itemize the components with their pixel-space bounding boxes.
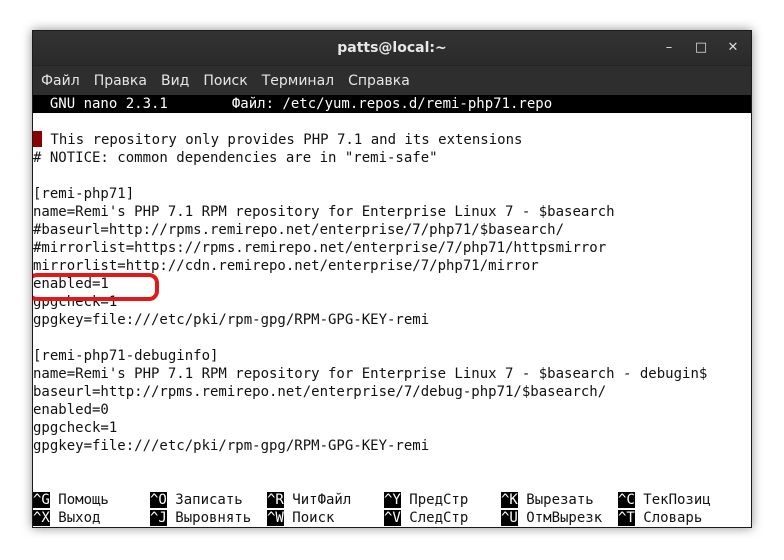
shortcut-read-file[interactable]: ^R ЧитФайл — [267, 491, 351, 509]
shortcut-write[interactable]: ^O Записать — [150, 491, 243, 509]
minimize-icon[interactable]: – — [659, 38, 679, 58]
text-line — [33, 329, 751, 347]
shortcut-exit[interactable]: ^X Выход — [33, 509, 100, 527]
menu-file[interactable]: Файл — [35, 66, 86, 96]
text-line — [33, 167, 751, 185]
terminal-window: patts@local:~ – □ ✕ Файл Правка Вид Поиск Те… — [32, 30, 752, 528]
text-line: name=Remi's PHP 7.1 RPM repository for E… — [33, 366, 708, 382]
text-line: name=Remi's PHP 7.1 RPM repository for E… — [33, 204, 615, 220]
text-line: gpgkey=file:///etc/pki/rpm-gpg/RPM-GPG-K… — [33, 312, 430, 328]
shortcut-prev-page[interactable]: ^Y ПредСтр — [384, 491, 468, 509]
window-title: patts@local:~ — [337, 40, 447, 56]
maximize-icon[interactable]: □ — [691, 38, 711, 58]
nano-filename: Файл: /etc/yum.repos.d/remi-php71.repo — [231, 96, 553, 112]
shortcut-cut[interactable]: ^K Вырезать — [501, 491, 594, 509]
text-line: enabled=0 — [33, 402, 109, 418]
text-line: #baseurl=http://rpms.remirepo.net/enterp… — [33, 222, 565, 238]
nano-version: GNU nano 2.3.1 — [33, 96, 168, 112]
menu-help[interactable]: Справка — [342, 66, 416, 96]
shortcut-next-page[interactable]: ^V СледСтр — [384, 509, 468, 527]
shortcut-where-is[interactable]: ^W Поиск — [267, 509, 334, 527]
text-line: #mirrorlist=https://rpms.remirepo.net/en… — [33, 240, 607, 256]
shortcut-justify[interactable]: ^J Выровнять — [150, 509, 251, 527]
shortcut-spell[interactable]: ^T Словарь — [618, 509, 702, 527]
text-line: [remi-php71-debuginfo] — [33, 348, 219, 364]
text-line: # NOTICE: common dependencies are in "re… — [33, 150, 438, 166]
menu-view[interactable]: Вид — [155, 66, 195, 96]
menu-edit[interactable]: Правка — [88, 66, 153, 96]
shortcut-uncut[interactable]: ^U ОтмВырезк — [501, 509, 602, 527]
text-line: [remi-php71] — [33, 186, 135, 202]
text-line-1: This repository only provides PHP 7.1 an… — [33, 131, 751, 149]
close-icon[interactable]: ✕ — [723, 38, 743, 58]
menu-terminal[interactable]: Терминал — [256, 66, 340, 96]
title-bar[interactable]: patts@local:~ – □ ✕ — [33, 31, 751, 65]
text-line: gpgkey=file:///etc/pki/rpm-gpg/RPM-GPG-K… — [33, 438, 430, 454]
nano-header: GNU nano 2.3.1 Файл: /etc/yum.repos.d/rem… — [33, 95, 751, 113]
shortcut-help[interactable]: ^G Помощь — [33, 491, 109, 509]
text-cursor — [33, 131, 42, 147]
text-line: baseurl=http://rpms.remirepo.net/enterpr… — [33, 384, 607, 400]
shortcut-cur-pos[interactable]: ^C ТекПозиц — [618, 491, 711, 509]
highlight-annotation — [33, 273, 159, 301]
terminal-area[interactable]: GNU nano 2.3.1 Файл: /etc/yum.repos.d/rem… — [33, 95, 751, 527]
menu-bar: Файл Правка Вид Поиск Терминал Справка — [33, 65, 751, 96]
menu-search[interactable]: Поиск — [197, 66, 253, 96]
text-line: gpgcheck=1 — [33, 420, 118, 436]
